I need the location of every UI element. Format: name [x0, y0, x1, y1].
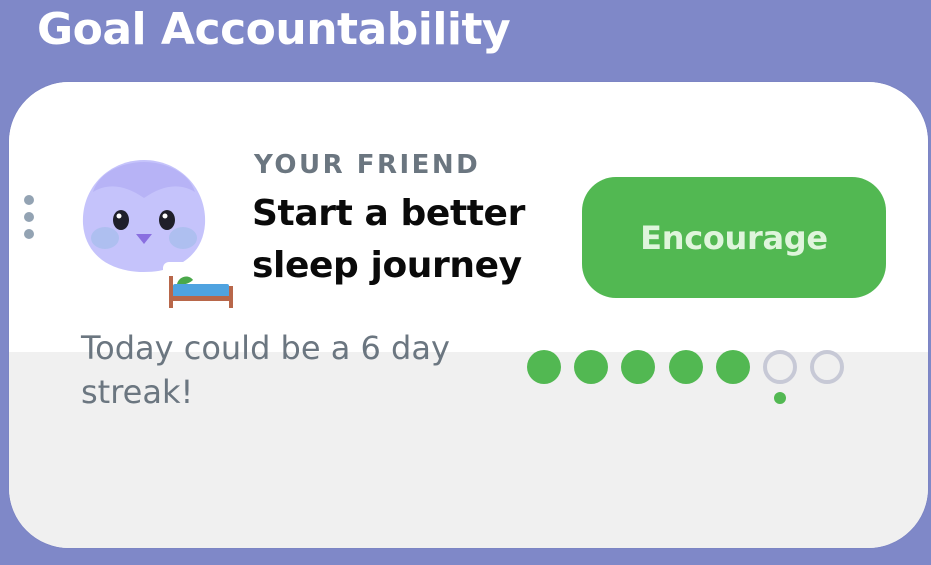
owl-avatar-icon [82, 160, 206, 272]
streak-day-complete [668, 350, 703, 384]
streak-day-complete [621, 350, 656, 384]
today-marker [774, 392, 786, 404]
streak-day-pending [763, 350, 797, 384]
streak-day-complete [574, 350, 609, 384]
streak-day-complete [715, 350, 750, 384]
encourage-button[interactable]: Encourage [582, 177, 886, 298]
streak-progress [519, 348, 849, 408]
goal-card-header: YOUR FRIEND Start a better sleep journey… [9, 82, 928, 352]
menu-dot [24, 212, 34, 222]
more-options-button[interactable] [22, 195, 36, 241]
friend-label: YOUR FRIEND [254, 150, 481, 180]
menu-dot [24, 195, 34, 205]
menu-dot [24, 229, 34, 239]
bed-icon [163, 262, 237, 312]
streak-day-complete [527, 350, 561, 384]
streak-message: Today could be a 6 day streak! [81, 329, 450, 411]
streak-day-pending [810, 350, 845, 384]
goal-title: Start a better sleep journey [252, 193, 525, 286]
goal-card: YOUR FRIEND Start a better sleep journey… [9, 82, 928, 548]
page-title: Goal Accountability [37, 4, 511, 55]
